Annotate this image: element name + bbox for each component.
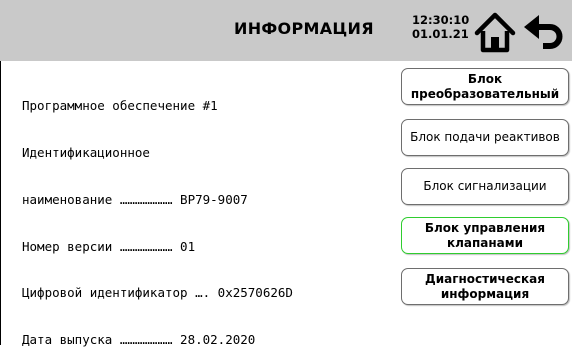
button-label-line1: Блок (467, 71, 503, 86)
back-arrow-icon[interactable] (521, 10, 565, 54)
home-icon[interactable] (473, 10, 517, 54)
button-label-line1: Блок управления (424, 220, 546, 235)
button-label-line2: клапанами (446, 235, 523, 250)
reagent-supply-unit-button[interactable]: Блок подачи реактивов (401, 119, 569, 156)
button-label-line1: Диагностическая (425, 271, 545, 286)
info-line: Номер версии ………………… 01 (22, 238, 196, 254)
info-line: Дата выпуска ………………… 28.02.2020 (22, 332, 256, 348)
clock-date: 01.01.21 (412, 27, 469, 41)
button-label: Блок подачи реактивов (410, 130, 560, 144)
info-line: Цифровой идентификатор …. 0x2570626D (22, 285, 293, 301)
info-line: Программное обеспечение #1 (22, 98, 218, 114)
button-label-line2: информация (440, 286, 530, 301)
valve-control-unit-button[interactable]: Блок управления клапанами (401, 217, 569, 254)
info-line: Идентификационное (22, 144, 150, 160)
header-bar: ИНФОРМАЦИЯ 12:30:10 01.01.21 (0, 0, 572, 61)
button-label: Блок сигнализации (423, 179, 547, 193)
software-info: Программное обеспечение #1 Идентификацио… (22, 67, 293, 363)
button-label-line2: преобразовательный (410, 86, 560, 101)
alarm-unit-button[interactable]: Блок сигнализации (401, 168, 569, 205)
panel-border (0, 61, 1, 345)
diagnostic-info-button[interactable]: Диагностическая информация (401, 268, 569, 305)
clock: 12:30:10 01.01.21 (412, 13, 469, 41)
clock-time: 12:30:10 (412, 13, 470, 27)
converter-unit-button[interactable]: Блок преобразовательный (401, 68, 569, 105)
info-line: наименование ………………… ВР79-9007 (22, 191, 248, 207)
page-title: ИНФОРМАЦИЯ (234, 19, 374, 38)
